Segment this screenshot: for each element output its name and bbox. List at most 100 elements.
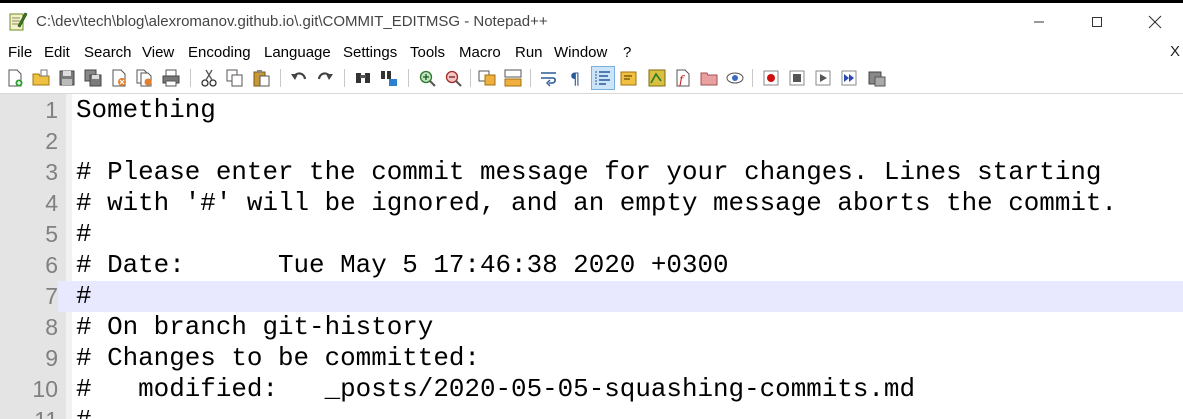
save-all-icon	[84, 69, 102, 87]
new-file-button[interactable]	[4, 67, 26, 89]
window-title: C:\dev\tech\blog\alexromanov.github.io\.…	[36, 13, 548, 30]
line-text[interactable]: Something	[76, 95, 216, 126]
word-wrap-button[interactable]	[538, 67, 560, 89]
copy-button[interactable]	[224, 67, 246, 89]
editor-line[interactable]: 11 #	[0, 405, 1183, 419]
close-icon	[112, 69, 126, 87]
menu-help[interactable]: ?	[623, 44, 631, 61]
editor-line[interactable]: 10 # modified: _posts/2020-05-05-squashi…	[0, 374, 1183, 405]
line-text[interactable]: # Changes to be committed:	[76, 343, 480, 374]
monitoring-icon	[726, 72, 744, 84]
editor-line-current[interactable]: 7 #	[0, 281, 1183, 312]
editor-line[interactable]: 9 # Changes to be committed:	[0, 343, 1183, 374]
menu-run[interactable]: Run	[515, 44, 543, 61]
undo-button[interactable]	[288, 67, 310, 89]
doc-map-button[interactable]	[646, 67, 668, 89]
folder-workspace-icon	[700, 72, 718, 86]
line-text[interactable]: #	[76, 281, 92, 312]
zoom-out-button[interactable]	[442, 67, 464, 89]
line-text[interactable]: # Date: Tue May 5 17:46:38 2020 +0300	[76, 250, 729, 281]
run-macro-multiple-icon	[841, 70, 857, 86]
line-number: 1	[45, 97, 58, 123]
save-button[interactable]	[56, 67, 78, 89]
menu-edit[interactable]: Edit	[44, 44, 70, 61]
editor-line[interactable]: 3 # Please enter the commit message for …	[0, 157, 1183, 188]
line-text[interactable]: # On branch git-history	[76, 312, 433, 343]
print-button[interactable]	[160, 67, 182, 89]
zoom-in-icon	[419, 70, 436, 87]
open-file-icon	[32, 69, 50, 86]
line-number: 3	[45, 159, 58, 185]
editor-line[interactable]: 6 # Date: Tue May 5 17:46:38 2020 +0300	[0, 250, 1183, 281]
redo-button[interactable]	[314, 67, 336, 89]
line-number: 9	[45, 345, 58, 371]
user-language-button[interactable]	[618, 67, 640, 89]
menu-macro[interactable]: Macro	[459, 44, 501, 61]
monitoring-button[interactable]	[724, 67, 746, 89]
maximize-button[interactable]	[1074, 3, 1120, 40]
notepadpp-app-icon[interactable]	[8, 11, 28, 31]
text-editor[interactable]: 1 Something 2 3 # Please enter the commi…	[0, 94, 1183, 419]
toolbar-separator	[530, 69, 531, 87]
line-text[interactable]: # modified: _posts/2020-05-05-squashing-…	[76, 374, 915, 405]
editor-line[interactable]: 8 # On branch git-history	[0, 312, 1183, 343]
close-window-button[interactable]	[1132, 3, 1178, 40]
line-text[interactable]: # Please enter the commit message for yo…	[76, 157, 1101, 188]
editor-line[interactable]: 5 #	[0, 219, 1183, 250]
run-macro-multiple-button[interactable]	[838, 67, 860, 89]
show-all-chars-icon: ¶	[570, 69, 580, 87]
zoom-in-button[interactable]	[416, 67, 438, 89]
maximize-icon	[1092, 16, 1102, 27]
undo-icon	[291, 72, 307, 80]
sync-vertical-icon	[478, 70, 496, 86]
editor-line[interactable]: 1 Something	[0, 95, 1183, 126]
sync-vertical-button[interactable]	[476, 67, 498, 89]
play-macro-button[interactable]	[812, 67, 834, 89]
replace-button[interactable]	[378, 67, 400, 89]
print-icon	[162, 69, 180, 87]
notepadpp-window: C:\dev\tech\blog\alexromanov.github.io\.…	[0, 0, 1183, 419]
menu-encoding[interactable]: Encoding	[188, 44, 251, 61]
line-text[interactable]: #	[76, 219, 92, 250]
folder-workspace-button[interactable]	[698, 67, 720, 89]
editor-line[interactable]: 4 # with '#' will be ignored, and an emp…	[0, 188, 1183, 219]
record-macro-button[interactable]	[760, 67, 782, 89]
cut-button[interactable]	[198, 67, 220, 89]
open-file-button[interactable]	[30, 67, 52, 89]
user-language-icon	[620, 71, 637, 86]
close-all-icon	[136, 69, 152, 87]
find-button[interactable]	[352, 67, 374, 89]
menu-view[interactable]: View	[142, 44, 174, 61]
menu-language[interactable]: Language	[264, 44, 331, 61]
sync-horizontal-button[interactable]	[502, 67, 524, 89]
menu-window[interactable]: Window	[554, 44, 607, 61]
close-all-button[interactable]	[134, 67, 156, 89]
record-macro-icon	[763, 70, 779, 86]
show-all-chars-button[interactable]: ¶	[564, 67, 586, 89]
line-number: 5	[45, 221, 58, 247]
indent-guide-button[interactable]	[591, 66, 615, 90]
save-all-button[interactable]	[82, 67, 104, 89]
sync-horizontal-icon	[504, 69, 522, 87]
menu-search[interactable]: Search	[84, 44, 132, 61]
line-number: 6	[45, 252, 58, 278]
paste-button[interactable]	[250, 67, 272, 89]
indent-guide-icon	[595, 71, 610, 85]
menu-settings[interactable]: Settings	[343, 44, 397, 61]
editor-line[interactable]: 2	[0, 126, 1183, 157]
menu-file[interactable]: File	[8, 44, 32, 61]
function-list-button[interactable]: f	[672, 67, 694, 89]
toolbar: ¶ f	[0, 64, 1183, 94]
stop-macro-button[interactable]	[786, 67, 808, 89]
minimize-button[interactable]	[1016, 3, 1062, 40]
line-text[interactable]: #	[76, 405, 92, 419]
menu-tools[interactable]: Tools	[410, 44, 445, 61]
close-button[interactable]	[108, 67, 130, 89]
word-wrap-icon	[541, 72, 556, 87]
line-text[interactable]: # with '#' will be ignored, and an empty…	[76, 188, 1117, 219]
save-macro-button[interactable]	[866, 67, 888, 89]
close-document-button[interactable]: X	[1170, 43, 1180, 60]
title-bar[interactable]: C:\dev\tech\blog\alexromanov.github.io\.…	[0, 3, 1183, 40]
line-number: 4	[45, 190, 58, 216]
toolbar-separator	[190, 69, 191, 87]
